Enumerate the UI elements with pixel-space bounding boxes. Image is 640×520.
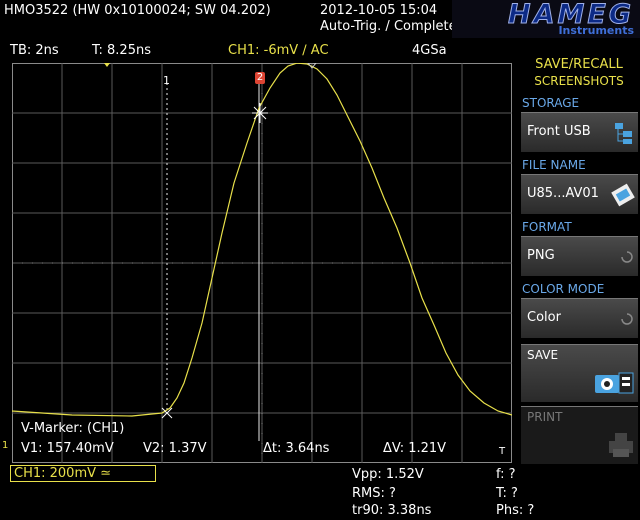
sidebar-subtitle: SCREENSHOTS bbox=[534, 74, 624, 88]
format-heading: FORMAT bbox=[522, 220, 572, 234]
format-button[interactable]: PNG bbox=[521, 236, 638, 276]
meas-tr90: tr90: 3.38ns bbox=[352, 503, 432, 518]
ch1-ground-marker: 1 bbox=[2, 440, 9, 451]
marker-1-label: 1 bbox=[163, 74, 170, 87]
marker-2-label[interactable]: 2 bbox=[255, 72, 265, 84]
waveform-display[interactable]: 1 2 V-Marker: (CH1) V1: 157.40mV V2: 1.3… bbox=[12, 63, 512, 463]
meas-f: f: ? bbox=[496, 467, 516, 482]
format-value: PNG bbox=[527, 248, 555, 263]
print-button[interactable]: PRINT bbox=[521, 406, 638, 464]
marker-dv: ΔV: 1.21V bbox=[383, 441, 447, 456]
colormode-button[interactable]: Color bbox=[521, 298, 638, 338]
rotate-icon bbox=[621, 313, 633, 325]
storage-button[interactable]: Front USB bbox=[521, 112, 638, 152]
colormode-heading: COLOR MODE bbox=[522, 282, 605, 296]
filename-value: U85...AV01 bbox=[527, 186, 599, 201]
sample-rate-readout: 4GSa bbox=[412, 43, 447, 58]
timebase-readout[interactable]: TB: 2ns bbox=[10, 42, 59, 59]
meas-rms: RMS: ? bbox=[352, 486, 396, 501]
storage-heading: STORAGE bbox=[522, 96, 580, 110]
keyboard-icon bbox=[611, 183, 635, 207]
meas-t: T: ? bbox=[496, 486, 518, 501]
rotate-icon bbox=[621, 251, 633, 263]
save-button[interactable]: SAVE bbox=[521, 344, 638, 402]
channel-readout[interactable]: CH1: -6mV ∕ AC bbox=[228, 42, 329, 59]
camera-save-icon bbox=[595, 372, 634, 394]
datetime: 2012-10-05 15:04 bbox=[320, 3, 438, 18]
trigger-time-readout[interactable]: T: 8.25ns bbox=[92, 42, 151, 59]
trigger-position-arrow bbox=[104, 63, 110, 67]
filename-button[interactable]: U85...AV01 bbox=[521, 174, 638, 214]
trigger-status: Auto-Trig. / Complete bbox=[320, 19, 457, 34]
marker-v2: V2: 1.37V bbox=[143, 441, 207, 456]
printer-icon bbox=[609, 433, 633, 457]
meas-phs: Phs: ? bbox=[496, 503, 535, 518]
marker-dt: Δt: 3.64ns bbox=[263, 441, 330, 456]
save-label: SAVE bbox=[527, 348, 559, 362]
usb-folder-icon bbox=[615, 123, 632, 144]
meas-vpp: Vpp: 1.52V bbox=[352, 467, 424, 482]
model-info: HMO3522 (HW 0x10100024; SW 04.202) bbox=[4, 3, 271, 18]
waveform-svg bbox=[12, 63, 512, 463]
marker-crosshairs bbox=[161, 103, 268, 419]
marker-title: V-Marker: (CH1) bbox=[21, 421, 125, 436]
print-label: PRINT bbox=[527, 410, 563, 424]
hameg-logo-sub: Instruments bbox=[558, 24, 634, 37]
marker-v1: V1: 157.40mV bbox=[21, 441, 114, 456]
ch1-scale-box[interactable]: CH1: 200mV ≃ bbox=[10, 465, 156, 482]
colormode-value: Color bbox=[527, 310, 561, 325]
trigger-marker: T bbox=[499, 446, 506, 457]
storage-value: Front USB bbox=[527, 124, 591, 139]
filename-heading: FILE NAME bbox=[522, 158, 586, 172]
sidebar-title: SAVE/RECALL bbox=[535, 57, 623, 72]
